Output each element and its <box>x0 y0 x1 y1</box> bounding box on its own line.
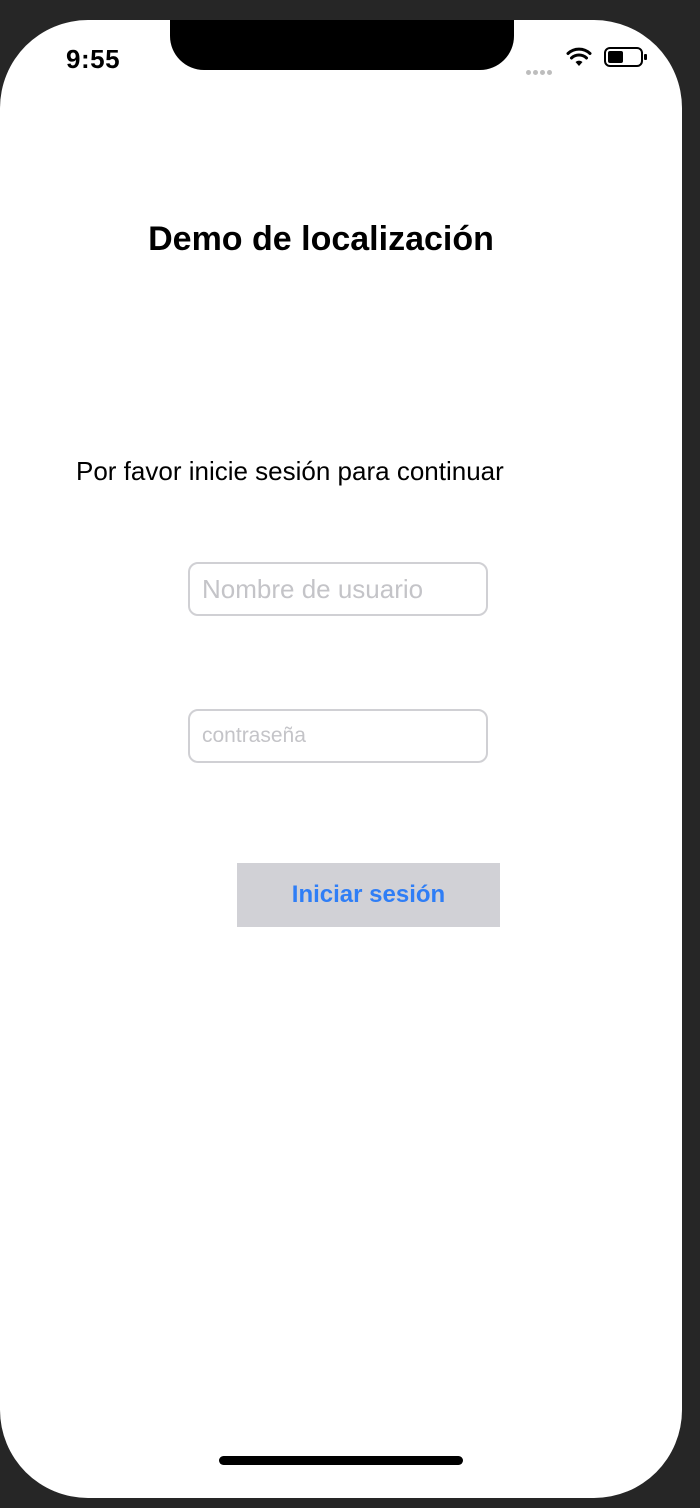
status-time: 9:55 <box>66 44 121 74</box>
page-title: Demo de localización <box>148 220 494 258</box>
login-button[interactable]: Iniciar sesión <box>237 863 500 927</box>
home-indicator[interactable] <box>219 1456 463 1465</box>
wifi-icon <box>566 47 592 66</box>
signal-dots-icon <box>526 62 558 75</box>
password-field[interactable] <box>188 709 488 763</box>
username-field[interactable] <box>188 562 488 616</box>
battery-icon <box>604 47 647 67</box>
notch <box>170 20 514 70</box>
device-frame: 9:55 Demo de localización Por favor inic… <box>0 0 700 1508</box>
login-prompt: Por favor inicie sesión para continuar <box>76 456 504 486</box>
phone-screen: 9:55 Demo de localización Por favor inic… <box>0 20 682 1498</box>
